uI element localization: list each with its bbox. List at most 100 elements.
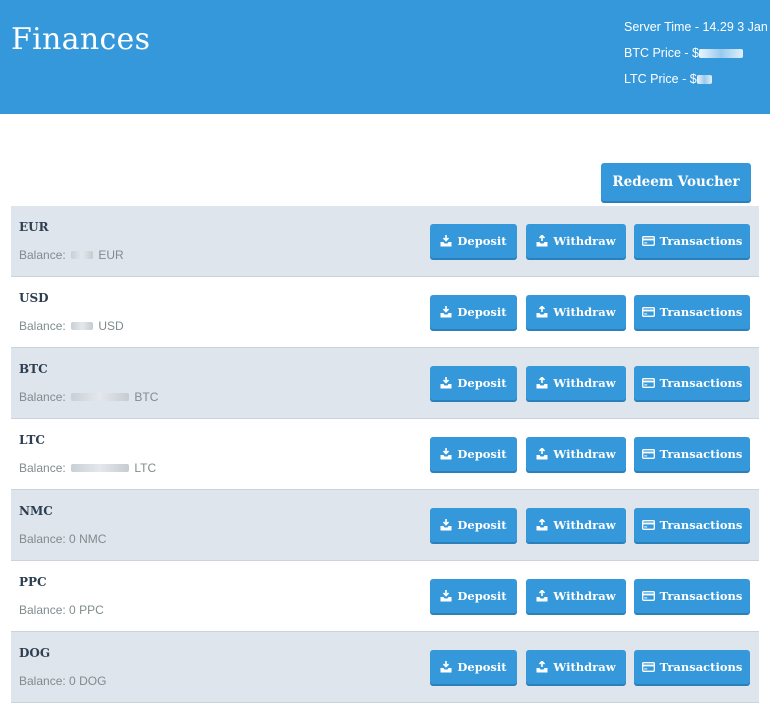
- inbox-upload-icon: [536, 661, 548, 673]
- transactions-button[interactable]: Transactions: [634, 366, 750, 400]
- currency-row: LTC Balance: LTC Deposit Withdraw Transa…: [11, 419, 759, 490]
- deposit-button[interactable]: Deposit: [430, 224, 517, 258]
- withdraw-label: Withdraw: [553, 589, 616, 603]
- withdraw-label: Withdraw: [553, 447, 616, 461]
- currency-balance: Balance: 0 NMC: [19, 532, 106, 546]
- ltc-price-label: LTC Price - $: [624, 72, 697, 86]
- balance-amount: 0: [69, 532, 76, 546]
- currency-balance: Balance: EUR: [19, 248, 124, 262]
- transactions-label: Transactions: [659, 376, 743, 390]
- currency-row: USD Balance: USD Deposit Withdraw Transa…: [11, 277, 759, 348]
- currency-code: NMC: [19, 504, 53, 518]
- btc-price: BTC Price - $: [624, 40, 768, 66]
- page-header: Finances Server Time - 14.29 3 Jan BTC P…: [0, 0, 770, 114]
- transactions-label: Transactions: [659, 518, 743, 532]
- transactions-button[interactable]: Transactions: [634, 508, 750, 542]
- inbox-upload-icon: [536, 519, 548, 531]
- balance-amount-redacted: [71, 464, 130, 472]
- inbox-upload-icon: [536, 377, 548, 389]
- transactions-button[interactable]: Transactions: [634, 224, 750, 258]
- deposit-label: Deposit: [457, 234, 507, 248]
- credit-card-icon: [641, 520, 655, 530]
- balance-unit: PPC: [79, 603, 104, 617]
- currency-balance: Balance: LTC: [19, 461, 156, 475]
- balance-label: Balance:: [19, 248, 66, 262]
- currency-list: EUR Balance: EUR Deposit Withdraw Transa…: [11, 206, 759, 703]
- credit-card-icon: [641, 449, 655, 459]
- currency-code: LTC: [19, 433, 45, 447]
- deposit-button[interactable]: Deposit: [430, 508, 517, 542]
- balance-unit: EUR: [98, 248, 124, 262]
- balance-unit: LTC: [134, 461, 157, 475]
- withdraw-button[interactable]: Withdraw: [526, 295, 626, 329]
- balance-amount-redacted: [71, 393, 130, 401]
- deposit-button[interactable]: Deposit: [430, 295, 517, 329]
- inbox-upload-icon: [536, 448, 548, 460]
- balance-unit: USD: [98, 319, 124, 333]
- withdraw-label: Withdraw: [553, 660, 616, 674]
- inbox-download-icon: [440, 235, 452, 247]
- deposit-button[interactable]: Deposit: [430, 366, 517, 400]
- currency-balance: Balance: 0 DOG: [19, 674, 106, 688]
- transactions-label: Transactions: [659, 447, 743, 461]
- inbox-download-icon: [440, 377, 452, 389]
- inbox-download-icon: [440, 448, 452, 460]
- balance-label: Balance:: [19, 674, 66, 688]
- deposit-button[interactable]: Deposit: [430, 650, 517, 684]
- deposit-label: Deposit: [457, 305, 507, 319]
- transactions-button[interactable]: Transactions: [634, 650, 750, 684]
- balance-amount: 0: [69, 674, 76, 688]
- deposit-label: Deposit: [457, 660, 507, 674]
- inbox-upload-icon: [536, 306, 548, 318]
- balance-unit: NMC: [79, 532, 107, 546]
- deposit-label: Deposit: [457, 447, 507, 461]
- withdraw-button[interactable]: Withdraw: [526, 579, 626, 613]
- server-time: Server Time - 14.29 3 Jan: [624, 20, 768, 34]
- currency-code: BTC: [19, 362, 48, 376]
- currency-balance: Balance: BTC: [19, 390, 158, 404]
- credit-card-icon: [641, 236, 655, 246]
- withdraw-button[interactable]: Withdraw: [526, 366, 626, 400]
- balance-unit: DOG: [79, 674, 107, 688]
- currency-row: EUR Balance: EUR Deposit Withdraw Transa…: [11, 206, 759, 277]
- currency-row: DOG Balance: 0 DOG Deposit Withdraw Tran…: [11, 632, 759, 703]
- deposit-button[interactable]: Deposit: [430, 437, 517, 471]
- balance-label: Balance:: [19, 603, 66, 617]
- balance-label: Balance:: [19, 461, 66, 475]
- transactions-button[interactable]: Transactions: [634, 437, 750, 471]
- withdraw-button[interactable]: Withdraw: [526, 224, 626, 258]
- withdraw-button[interactable]: Withdraw: [526, 437, 626, 471]
- currency-row: PPC Balance: 0 PPC Deposit Withdraw Tran…: [11, 561, 759, 632]
- currency-row: NMC Balance: 0 NMC Deposit Withdraw Tran…: [11, 490, 759, 561]
- btc-price-label: BTC Price - $: [624, 46, 700, 60]
- inbox-download-icon: [440, 519, 452, 531]
- currency-balance: Balance: USD: [19, 319, 124, 333]
- currency-balance: Balance: 0 PPC: [19, 603, 104, 617]
- transactions-label: Transactions: [659, 305, 743, 319]
- inbox-download-icon: [440, 306, 452, 318]
- transactions-label: Transactions: [659, 589, 743, 603]
- credit-card-icon: [641, 307, 655, 317]
- transactions-button[interactable]: Transactions: [634, 579, 750, 613]
- withdraw-button[interactable]: Withdraw: [526, 650, 626, 684]
- ltc-price-redacted: [696, 75, 712, 84]
- redeem-voucher-button[interactable]: Redeem Voucher: [601, 163, 751, 201]
- balance-label: Balance:: [19, 319, 66, 333]
- page-title: Finances: [11, 22, 151, 57]
- transactions-button[interactable]: Transactions: [634, 295, 750, 329]
- currency-code: PPC: [19, 575, 47, 589]
- deposit-label: Deposit: [457, 376, 507, 390]
- balance-amount: 0: [69, 603, 76, 617]
- deposit-label: Deposit: [457, 589, 507, 603]
- withdraw-label: Withdraw: [553, 518, 616, 532]
- inbox-download-icon: [440, 661, 452, 673]
- inbox-download-icon: [440, 590, 452, 602]
- transactions-label: Transactions: [659, 660, 743, 674]
- withdraw-button[interactable]: Withdraw: [526, 508, 626, 542]
- currency-code: EUR: [19, 220, 49, 234]
- credit-card-icon: [641, 591, 655, 601]
- currency-row: BTC Balance: BTC Deposit Withdraw Transa…: [11, 348, 759, 419]
- market-info: Server Time - 14.29 3 Jan BTC Price - $ …: [624, 14, 768, 92]
- deposit-button[interactable]: Deposit: [430, 579, 517, 613]
- withdraw-label: Withdraw: [553, 376, 616, 390]
